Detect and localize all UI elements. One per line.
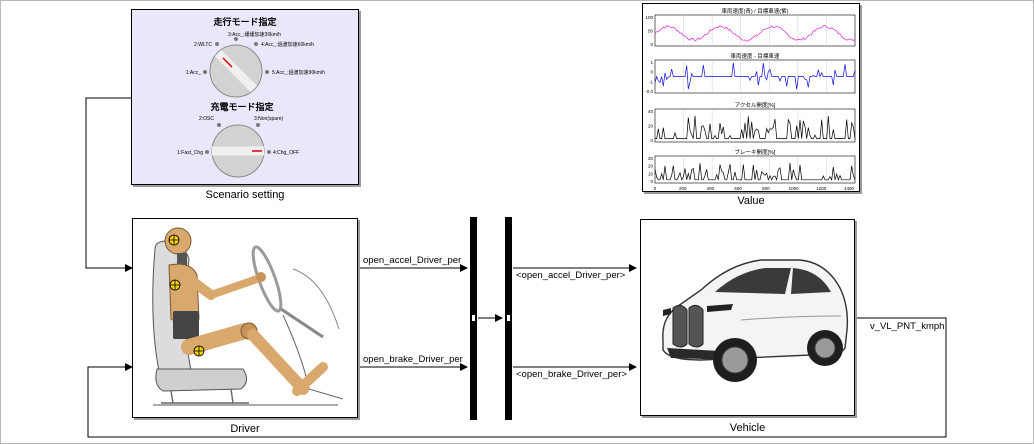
plot-frame [654,14,856,47]
plot-ytick-label: 20 [648,124,654,129]
value-scope-block[interactable]: 車両速度(青) / 目標車速(紫) 100 50 0 車両速度 - 目標車速 1 0 -1 -0… [642,3,860,192]
signal-label-speed: v_VL_PNT_kmph [870,321,945,332]
plot-ytick-label: 1 [650,60,653,65]
plot-ytick-label: 20 [648,164,654,169]
suv-car-image [662,259,849,382]
plot-xtick-label: 0 [654,186,657,191]
plot-xtick-label: 200 [679,186,687,191]
plot-ytick-label: 30 [648,156,654,161]
plot-xtick-label: 600 [734,186,742,191]
vehicle-block[interactable] [640,219,855,416]
plot-title: ブレーキ開度[%] [735,148,776,156]
plot-ytick-label: 50 [648,29,654,34]
drive-option-5: 5:Acc_:過渡加速90km/h [272,69,325,76]
drive-option-2: 2:WLTC [194,42,212,48]
value-caption: Value [737,195,765,207]
line-scenario-to-driver [85,97,133,272]
charge-option-3: 3:Non(spare) [254,116,284,122]
vehicle-caption: Vehicle [729,422,766,434]
charge-option-2: 2:OSC [199,116,214,122]
plot-title: アクセル開度[%] [735,101,776,109]
drive-mode-title: 走行モード指定 [212,16,277,27]
plot-ytick-label: 40 [648,109,654,114]
signal-label-brake: open_brake_Driver_per [363,354,463,365]
signal-label-accel-bus: <open_accel_Driver_per> [516,270,626,281]
signal-label-accel: open_accel_Driver_per [363,255,462,266]
scope-plots: 車両速度(青) / 目標車速(紫)100500車両速度 - 目標車速10-1-0… [645,7,856,191]
plot-ytick-label: 0 [650,70,653,75]
plot-xtick-label: 800 [762,186,770,191]
charge-mode-title: 充電モード指定 [210,101,274,112]
plot-xtick-label: 400 [707,186,715,191]
plot-ytick-label: -1 [649,79,653,84]
plot-frame [654,108,856,143]
plot-ytick-label: 0 [650,42,653,47]
plot-xtick-label: 1400 [844,186,855,191]
signal-label-brake-bus: <open_brake_Driver_per> [516,369,627,380]
scenario-setting-caption: Scenario setting [205,189,285,201]
drive-mode-knob[interactable] [209,44,263,98]
charge-option-1: 1:Fast_Chg [177,150,203,156]
plot-title: 車両速度(青) / 目標車速(紫) [722,7,789,15]
driver-block[interactable] [132,218,358,418]
drive-option-1: 1:Acc_ [186,70,202,76]
plot-ytick-label: 0 [650,138,653,143]
plot-ytick-label: 10 [648,171,654,176]
charge-option-4: 4:Chg_OFF [273,150,299,156]
mux-port [472,315,475,321]
plot-ytick-label: 100 [645,15,653,20]
drive-option-3: 3:Acc_:緩緩加速30km/h [228,31,281,38]
demux-port [507,315,510,321]
plot-ytick-label: 0 [650,179,653,184]
charge-mode-knob[interactable] [211,124,265,178]
drive-option-4: 4:Acc_:過渡加速60km/h [261,41,314,48]
driver-caption: Driver [230,423,260,435]
crash-test-dummy-image [152,227,344,406]
mode-selector-panel: 走行モード指定 1:Acc_ 2:WLTC 3:Acc_:緩緩加速30km/h … [177,16,325,178]
scenario-setting-block[interactable]: 走行モード指定 1:Acc_ 2:WLTC 3:Acc_:緩緩加速30km/h … [131,9,359,185]
plot-ytick-label: -0.0 [645,89,653,94]
plot-title: 車両速度 - 目標車速 [731,52,780,60]
plot-xtick-label: 1000 [789,186,800,191]
plot-xtick-label: 1200 [816,186,827,191]
